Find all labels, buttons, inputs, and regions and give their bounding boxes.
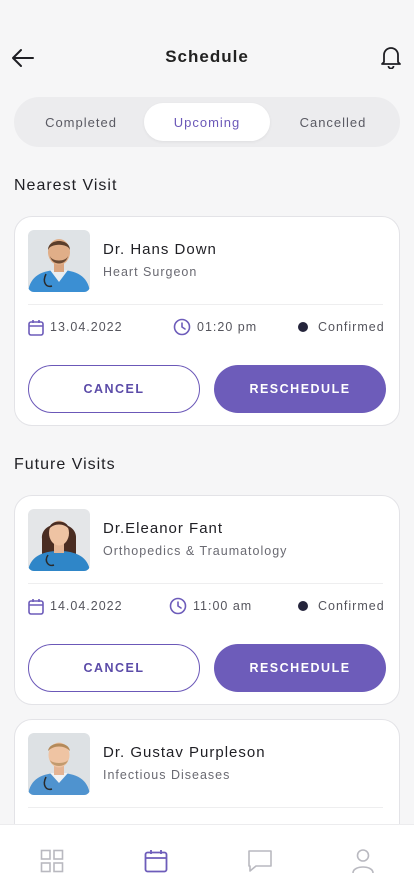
nav-home[interactable] (38, 847, 66, 875)
cancel-button[interactable]: CANCEL (28, 644, 200, 692)
cancel-button[interactable]: CANCEL (28, 365, 200, 413)
clock-icon (173, 318, 191, 336)
nav-schedule[interactable] (142, 847, 170, 875)
divider (28, 807, 383, 808)
home-grid-icon (40, 849, 64, 873)
doctor-name: Dr. Gustav Purpleson (103, 744, 266, 761)
doctor-avatar (28, 509, 90, 571)
visit-card[interactable]: Dr.Eleanor Fant Orthopedics & Traumatolo… (14, 495, 400, 705)
divider (28, 304, 383, 305)
reschedule-button[interactable]: RESCHEDULE (214, 644, 386, 692)
visit-card[interactable]: Dr. Hans Down Heart Surgeon 13.04.2022 0… (14, 216, 400, 426)
divider (28, 583, 383, 584)
section-title-future: Future Visits (14, 456, 116, 473)
visit-status: Confirmed (298, 317, 385, 337)
calendar-icon (28, 598, 44, 615)
tab-upcoming[interactable]: Upcoming (144, 103, 270, 141)
calendar-icon (144, 850, 168, 873)
visit-date: 14.04.2022 (28, 596, 123, 616)
chat-icon (248, 850, 272, 872)
status-text: Confirmed (318, 599, 385, 613)
doctor-name: Dr. Hans Down (103, 241, 217, 258)
page-title: Schedule (165, 47, 249, 66)
status-text: Confirmed (318, 320, 385, 334)
visit-time: 01:20 pm (173, 317, 257, 337)
tab-cancelled[interactable]: Cancelled (270, 103, 396, 141)
visit-date-text: 13.04.2022 (50, 320, 123, 334)
doctor-specialty: Orthopedics & Traumatology (103, 544, 288, 558)
reschedule-button[interactable]: RESCHEDULE (214, 365, 386, 413)
visit-time-text: 01:20 pm (197, 320, 258, 334)
schedule-tabs: Completed Upcoming Cancelled (14, 97, 400, 147)
bottom-nav (0, 824, 414, 896)
section-title-nearest: Nearest Visit (14, 177, 118, 194)
doctor-avatar (28, 230, 90, 292)
notifications-button[interactable] (378, 44, 404, 70)
visit-meta: 14.04.2022 11:00 am Confirmed (28, 596, 385, 616)
nav-profile[interactable] (349, 847, 377, 875)
bell-icon (381, 47, 401, 69)
clock-icon (169, 597, 187, 615)
doctor-name: Dr.Eleanor Fant (103, 520, 224, 537)
profile-icon (352, 849, 374, 874)
doctor-avatar (28, 733, 90, 795)
tab-completed[interactable]: Completed (18, 103, 144, 141)
status-dot (298, 601, 308, 611)
doctor-specialty: Infectious Diseases (103, 768, 231, 782)
visit-time: 11:00 am (169, 596, 252, 616)
status-dot (298, 322, 308, 332)
nav-messages[interactable] (246, 847, 274, 875)
visit-date: 13.04.2022 (28, 317, 123, 337)
visit-time-text: 11:00 am (193, 599, 253, 613)
visit-meta: 13.04.2022 01:20 pm Confirmed (28, 317, 385, 337)
visit-date-text: 14.04.2022 (50, 599, 123, 613)
header: Schedule (0, 0, 414, 90)
calendar-icon (28, 319, 44, 336)
visit-status: Confirmed (298, 596, 385, 616)
doctor-specialty: Heart Surgeon (103, 265, 198, 279)
